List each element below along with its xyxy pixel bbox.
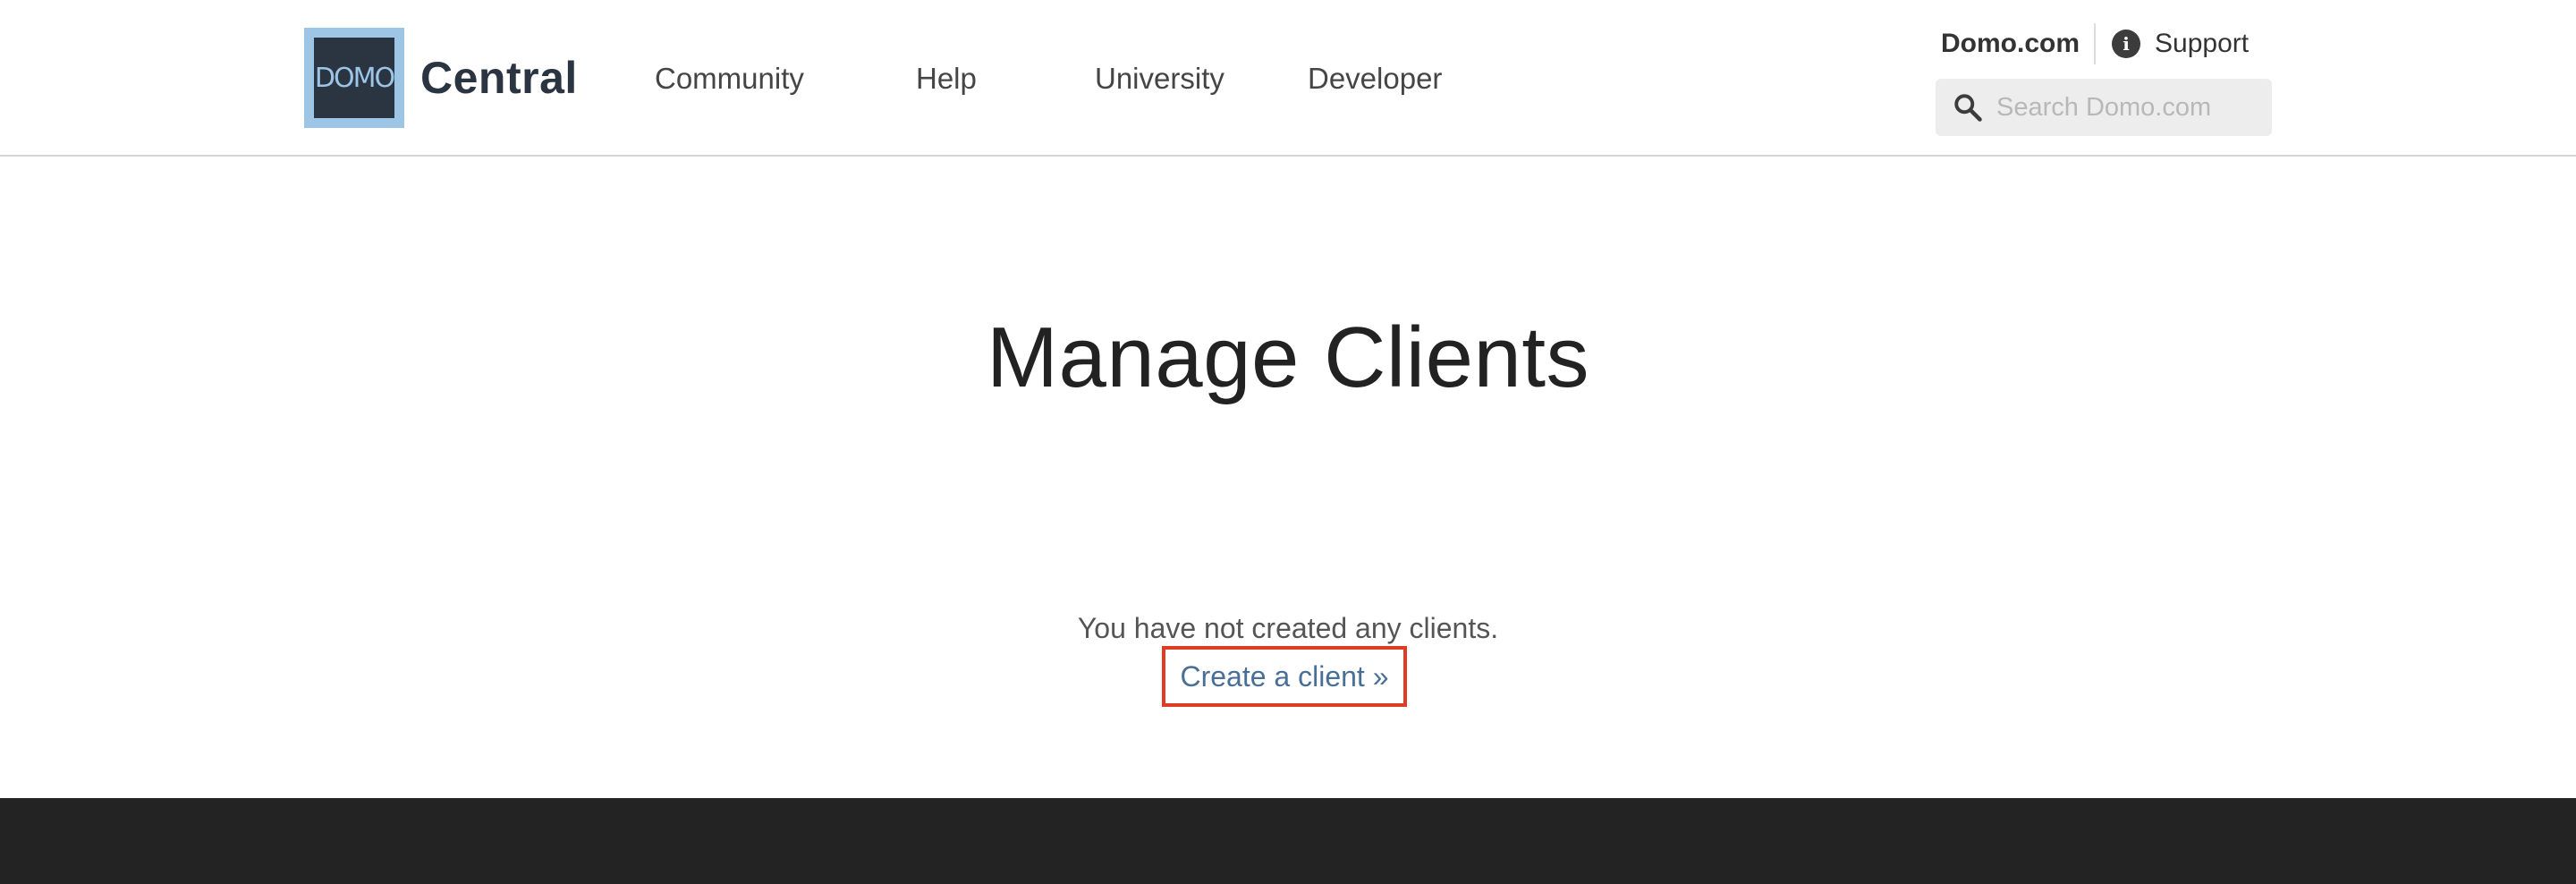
utility-links: Domo.com i Support (1941, 23, 2249, 64)
nav-developer[interactable]: Developer (1308, 59, 1442, 98)
nav-community[interactable]: Community (655, 59, 804, 98)
create-client-link[interactable]: Create a client » (1180, 657, 1388, 696)
search-icon (1954, 94, 1982, 122)
search-box[interactable] (1936, 79, 2272, 136)
brand-title[interactable]: Central (420, 48, 578, 107)
create-client-highlight[interactable]: Create a client » (1162, 646, 1407, 707)
nav-university[interactable]: University (1095, 59, 1224, 98)
empty-state-message: You have not created any clients. (1077, 612, 1499, 644)
support-link[interactable]: i Support (2112, 29, 2249, 59)
page-title: Manage Clients (986, 310, 1590, 405)
site-footer (0, 798, 2576, 884)
domo-logo[interactable]: DOMO (304, 28, 404, 128)
domo-logo-mark: DOMO (314, 38, 395, 118)
domo-com-link[interactable]: Domo.com (1941, 23, 2097, 64)
support-label: Support (2155, 29, 2250, 58)
site-header: DOMO Central Community Help University D… (0, 0, 2576, 157)
nav-help[interactable]: Help (916, 59, 977, 98)
info-icon: i (2112, 30, 2141, 58)
search-input[interactable] (1996, 92, 2256, 123)
